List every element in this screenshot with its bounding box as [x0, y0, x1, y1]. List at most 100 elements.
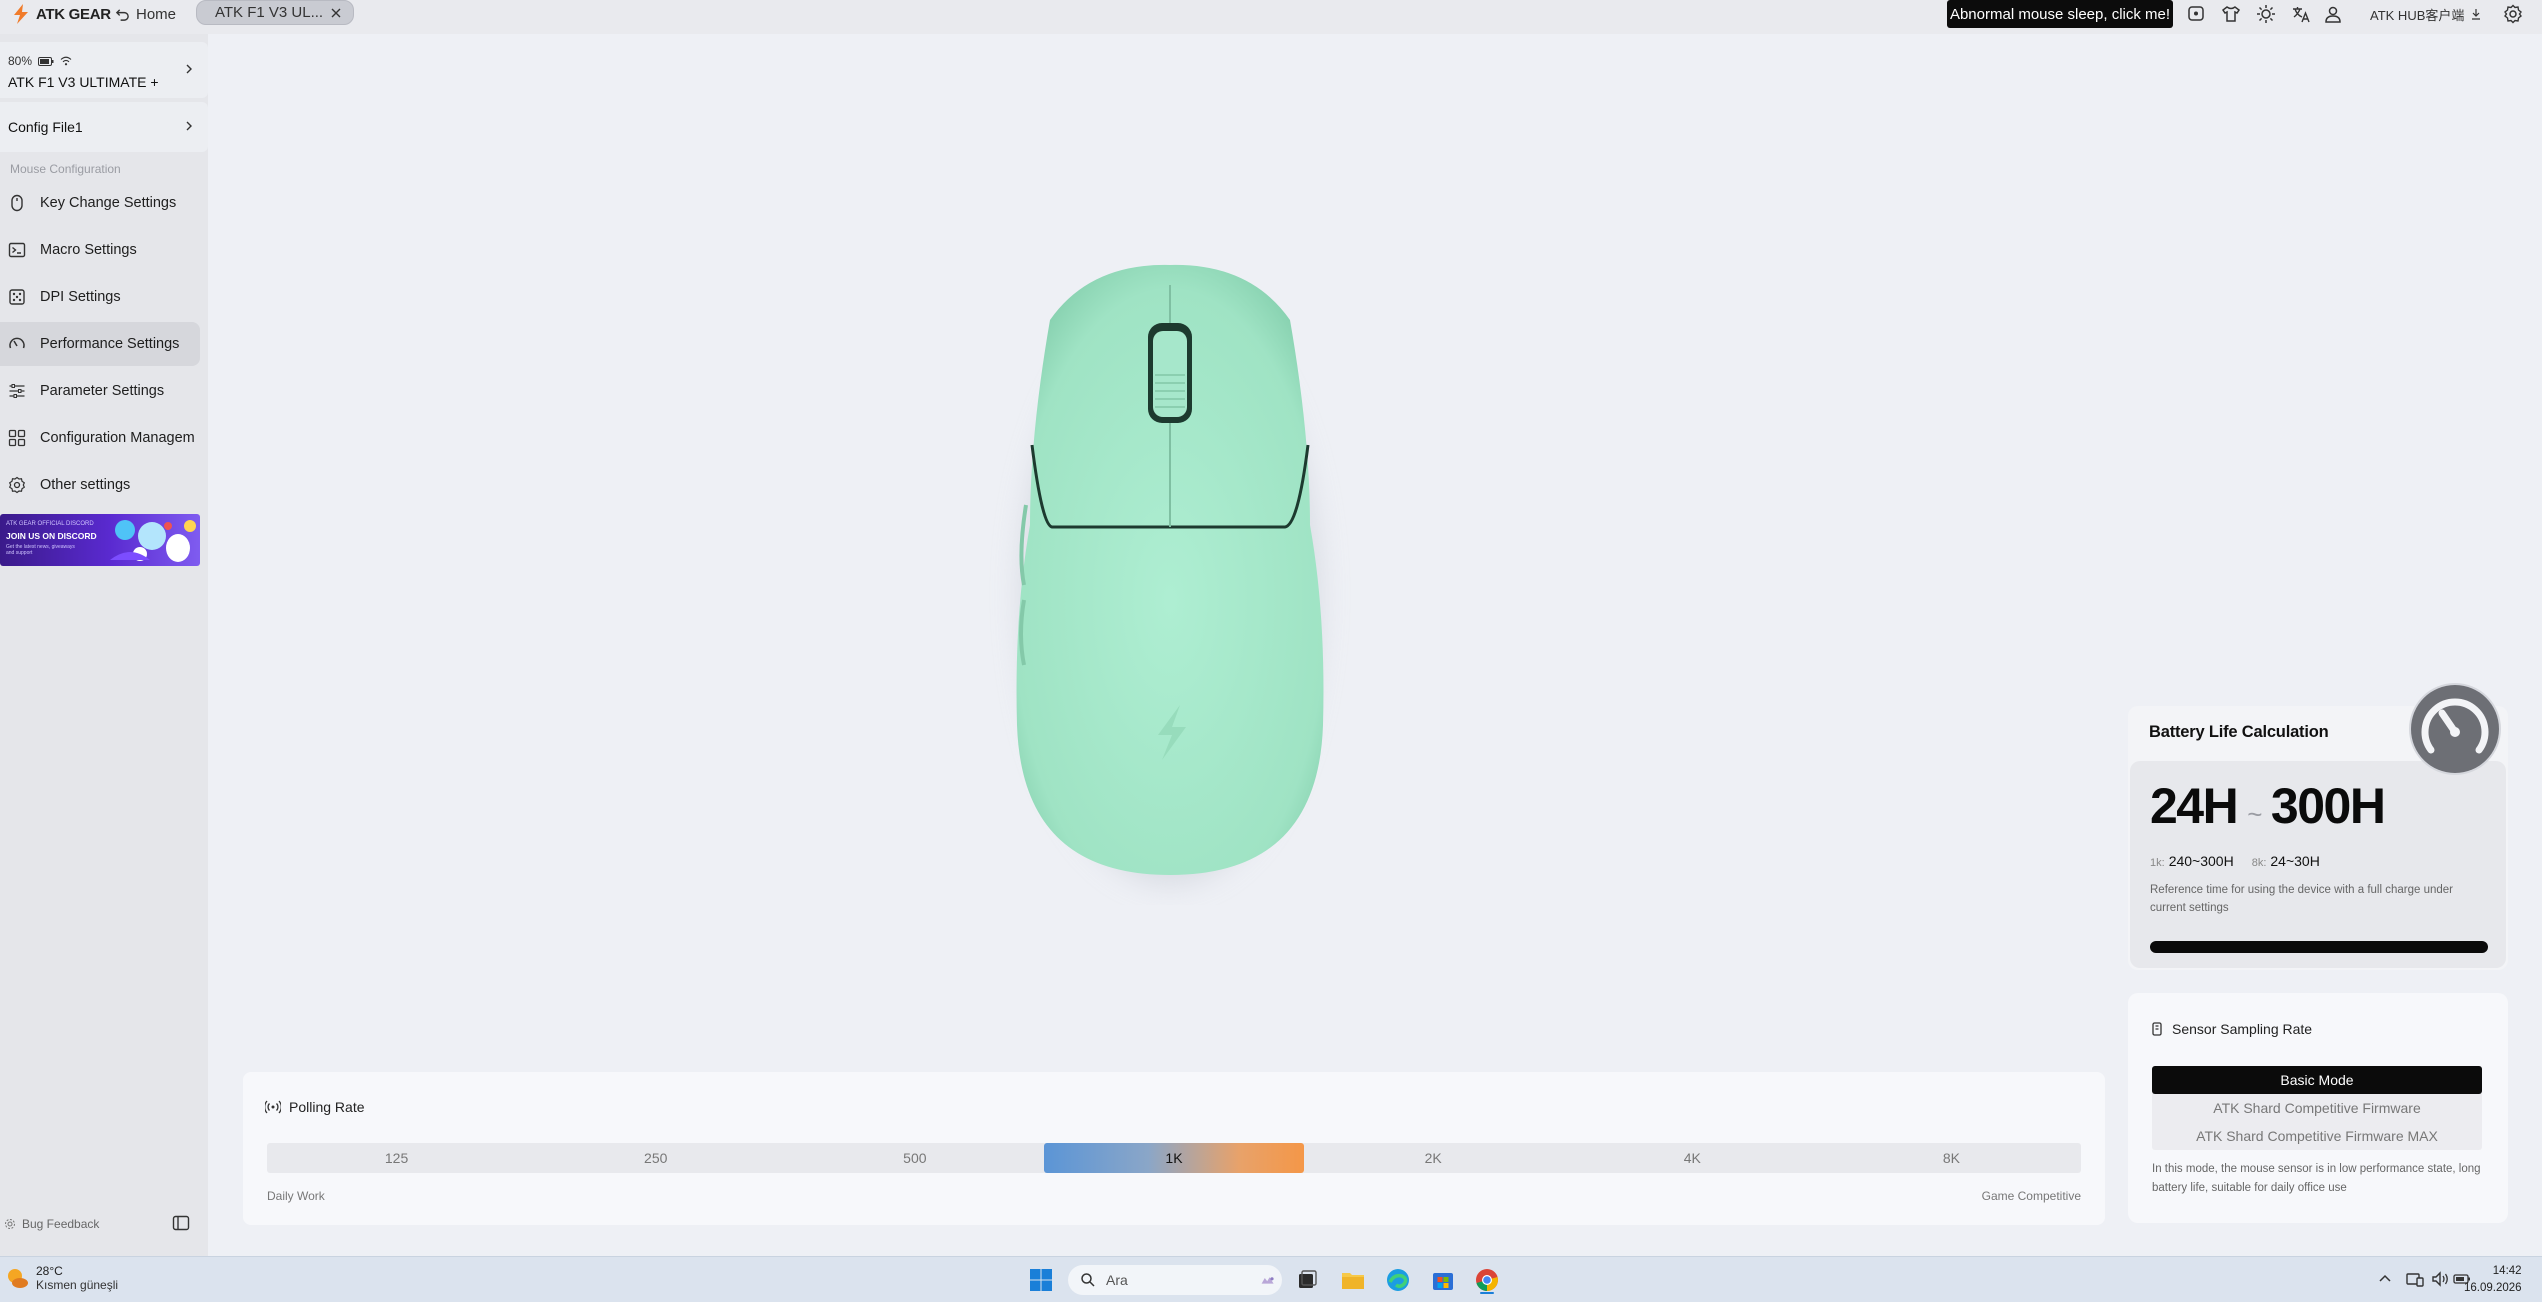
section-title: Mouse Configuration	[10, 162, 121, 176]
system-clock[interactable]: 14:42 16.09.2026	[2464, 1263, 2522, 1297]
windows-taskbar: 28°C Kısmen güneşli Ara 14:42 16.09.2026	[0, 1256, 2542, 1302]
weather-widget[interactable]: 28°C Kısmen güneşli	[4, 1264, 118, 1292]
sidebar-item-label: DPI Settings	[40, 289, 121, 305]
translate-icon[interactable]	[2291, 4, 2311, 24]
edge-browser-icon[interactable]	[1384, 1266, 1412, 1294]
sidebar-item-label: Parameter Settings	[40, 383, 165, 399]
device-tab[interactable]: ATK F1 V3 UL...	[196, 0, 354, 25]
polling-title-label: Polling Rate	[289, 1099, 365, 1115]
shirt-icon[interactable]	[2221, 4, 2241, 24]
polling-rate-selector: 125 250 500 1K 2K 4K 8K	[267, 1143, 2081, 1173]
close-icon[interactable]	[329, 6, 343, 20]
sidebar-item-parameter[interactable]: Parameter Settings	[0, 369, 200, 413]
battery-max: 300H	[2270, 778, 2386, 834]
sidebar-item-key-change[interactable]: Key Change Settings	[0, 181, 200, 225]
sidebar-toggle-icon[interactable]	[172, 1214, 190, 1232]
sensor-icon	[2152, 1022, 2162, 1036]
polling-title: Polling Rate	[265, 1099, 365, 1115]
sensor-mode-list: Basic Mode ATK Shard Competitive Firmwar…	[2152, 1066, 2482, 1150]
sensor-title-label: Sensor Sampling Rate	[2172, 1021, 2313, 1037]
rate-option-2k[interactable]: 2K	[1304, 1143, 1563, 1173]
banner-artwork-image	[110, 520, 196, 562]
clock-date: 16.09.2026	[2464, 1282, 2522, 1294]
rate-option-500[interactable]: 500	[785, 1143, 1044, 1173]
rate-option-125[interactable]: 125	[267, 1143, 526, 1173]
battery-separator: ~	[2247, 799, 2262, 829]
sidebar-item-label: Other settings	[40, 477, 131, 493]
home-button[interactable]: Home	[115, 2, 176, 26]
weather-desc: Kısmen güneşli	[36, 1278, 119, 1292]
bolt-logo-icon	[14, 4, 28, 24]
rate-option-1k[interactable]: 1K	[1044, 1143, 1304, 1173]
sensor-description: In this mode, the mouse sensor is in low…	[2152, 1163, 2481, 1194]
bug-feedback-link[interactable]: Bug Feedback	[4, 1217, 99, 1231]
speaker-icon[interactable]	[2430, 1269, 2450, 1289]
user-icon[interactable]	[2323, 4, 2343, 24]
chevron-up-icon[interactable]	[2375, 1269, 2395, 1289]
device-name: ATK F1 V3 ULTIMATE +	[8, 74, 159, 90]
home-label: Home	[136, 5, 177, 23]
rate-option-8k[interactable]: 8K	[1822, 1143, 2081, 1173]
rate-option-250[interactable]: 250	[526, 1143, 785, 1173]
discord-banner[interactable]: ATK GEAR OFFICIAL DISCORD JOIN US ON DIS…	[0, 514, 200, 566]
battery-percent: 80%	[8, 54, 33, 68]
sleep-warning-button[interactable]: Abnormal mouse sleep, click me!	[1947, 0, 2173, 28]
sidebar-item-dpi[interactable]: DPI Settings	[0, 275, 200, 319]
mouse-render-image	[1016, 264, 1324, 885]
app-logo[interactable]: ATK GEAR	[12, 2, 111, 26]
bug-feedback-label: Bug Feedback	[22, 1217, 100, 1231]
sidebar-item-label: Key Change Settings	[40, 195, 177, 211]
network-icon[interactable]	[2405, 1269, 2425, 1289]
sidebar-item-label: Macro Settings	[40, 242, 137, 258]
sidebar-item-label: Configuration Managem	[40, 430, 195, 446]
windows-start-icon[interactable]	[1027, 1266, 1055, 1294]
banner-line3: Get the latest news, giveaways and suppo…	[6, 544, 75, 556]
sensor-title: Sensor Sampling Rate	[2150, 1021, 2312, 1037]
gauge-icon	[9, 337, 25, 349]
device-status: 80%	[8, 54, 72, 68]
sidebar-item-configuration[interactable]: Configuration Managem	[0, 416, 200, 460]
taskbar-search[interactable]: Ara	[1068, 1265, 1282, 1295]
battery-hours: 24H ~ 300H	[2150, 777, 2386, 835]
polling-right-label: Game Competitive	[1981, 1189, 2081, 1203]
chat-icon[interactable]	[2186, 4, 2206, 24]
brand-name: ATK GEAR	[36, 5, 111, 23]
config-name: Config File1	[8, 119, 83, 135]
battery-min: 24H	[2150, 778, 2239, 834]
battery-progress-bar	[2150, 941, 2488, 953]
polling-left-label: Daily Work	[267, 1189, 325, 1203]
file-explorer-icon[interactable]	[1339, 1266, 1367, 1294]
mode-competitive-max[interactable]: ATK Shard Competitive Firmware MAX	[2152, 1122, 2482, 1150]
weather-temp: 28°C	[36, 1264, 63, 1278]
sliders-icon	[9, 384, 25, 398]
config-selector[interactable]: Config File1	[0, 102, 208, 152]
clock-time: 14:42	[2492, 1265, 2522, 1277]
rate2-key: 8k:	[2251, 857, 2267, 869]
device-selector[interactable]: 80% ATK F1 V3 ULTIMATE +	[0, 42, 208, 98]
sidebar-item-performance[interactable]: Performance Settings	[0, 322, 200, 366]
store-icon[interactable]	[1429, 1266, 1457, 1294]
hub-download-button[interactable]: ATK HUB客户端	[2370, 2, 2482, 26]
signal-icon	[265, 1100, 281, 1114]
rate2-value: 24~30H	[2270, 853, 2320, 869]
sensor-sampling-card: Sensor Sampling Rate Basic Mode ATK Shar…	[2128, 993, 2508, 1223]
sidebar: 80% ATK F1 V3 ULTIMATE + Config File1 Mo…	[0, 34, 208, 1256]
mode-competitive[interactable]: ATK Shard Competitive Firmware	[2152, 1094, 2482, 1122]
gear-icon[interactable]	[2503, 4, 2523, 24]
battery-title: Battery Life Calculation	[2149, 723, 2329, 741]
download-icon	[2472, 9, 2481, 20]
mode-basic[interactable]: Basic Mode	[2152, 1066, 2482, 1094]
banner-line2: JOIN US ON DISCORD	[6, 531, 97, 541]
sidebar-item-macro[interactable]: Macro Settings	[0, 228, 200, 272]
task-view-icon[interactable]	[1293, 1266, 1321, 1294]
brightness-icon[interactable]	[2256, 4, 2276, 24]
rate1-value: 240~300H	[2168, 853, 2234, 869]
banner-line1: ATK GEAR OFFICIAL DISCORD	[6, 521, 94, 527]
rate-option-4k[interactable]: 4K	[1563, 1143, 1822, 1173]
wifi-icon	[60, 56, 72, 66]
dice-icon	[9, 289, 25, 305]
sidebar-item-other[interactable]: Other settings	[0, 463, 200, 507]
sun-cloud-icon	[8, 1269, 28, 1288]
chrome-icon[interactable]	[1473, 1266, 1501, 1294]
chevron-right-icon	[186, 64, 192, 74]
